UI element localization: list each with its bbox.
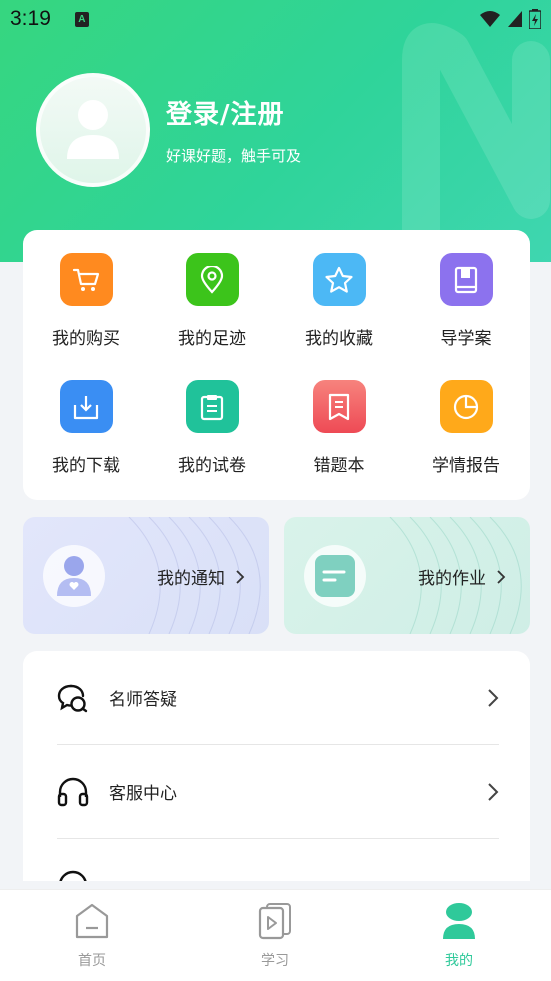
grid-label: 我的购买 [52,329,120,349]
grid-item-study-guide[interactable]: 导学案 [406,253,526,349]
home-icon [75,903,109,939]
grid-label: 导学案 [440,329,492,349]
grid-item-report[interactable]: 学情报告 [406,380,526,476]
chevron-right-icon [488,688,499,707]
pie-chart-icon [439,380,493,433]
homework-card[interactable]: 我的作业 [284,517,530,634]
clipboard-icon [185,380,239,433]
list-item-label: 客服中心 [109,784,177,804]
grid-label: 我的收藏 [305,329,373,349]
homework-label-row: 我的作业 [418,564,506,589]
person-icon [443,903,475,939]
avatar[interactable] [36,73,150,187]
book-icon [439,253,493,306]
header-decoration [402,23,550,262]
chevron-right-icon [488,782,499,801]
notifications-label: 我的通知 [157,569,225,589]
grid-item-purchases[interactable]: 我的购买 [26,253,146,349]
status-bar: 3:19 A [0,0,551,38]
headphones-icon [57,777,89,806]
grid-item-favorites[interactable]: 我的收藏 [279,253,399,349]
notification-avatar [43,545,105,607]
tab-label: 学习 [261,953,289,969]
bottom-tab-bar: 首页 学习 我的 [0,889,551,981]
service-list: 名师答疑 客服中心 [23,651,530,881]
grid-label: 错题本 [313,456,365,476]
person-heart-icon [57,556,91,596]
battery-icon [529,9,541,29]
bookmark-icon [312,380,366,433]
chevron-right-icon [497,569,506,584]
cart-icon [59,253,113,306]
profile-subtitle: 好课好题，触手可及 [166,147,302,165]
grid-item-papers[interactable]: 我的试卷 [152,380,272,476]
list-item-partial-icon [57,869,89,881]
notification-icon: A [74,11,89,27]
video-pages-icon [258,903,291,940]
star-icon [312,253,366,306]
tab-label: 首页 [78,953,106,969]
grid-label: 我的足迹 [178,329,246,349]
tab-home[interactable]: 首页 [42,902,142,970]
status-time: 3:19 [10,7,51,30]
function-grid: 我的购买 我的足迹 我的收藏 导学案 我的下载 我的试卷 错题本 学情报告 [23,230,530,500]
wifi-icon [480,11,500,27]
person-silhouette-icon [67,100,119,159]
grid-item-mistakes[interactable]: 错题本 [279,380,399,476]
grid-label: 我的下载 [52,456,120,476]
notifications-label-row: 我的通知 [157,564,245,589]
list-item-customer-service[interactable]: 客服中心 [57,745,499,839]
tab-label: 我的 [445,953,473,969]
notifications-card[interactable]: 我的通知 [23,517,269,634]
list-item-label: 名师答疑 [109,690,177,710]
location-pin-icon [185,253,239,306]
tab-study[interactable]: 学习 [225,902,325,970]
homework-label: 我的作业 [418,569,486,589]
grid-label: 我的试卷 [178,456,246,476]
homework-avatar [304,545,366,607]
download-icon [59,380,113,433]
signal-icon [508,11,522,27]
grid-item-downloads[interactable]: 我的下载 [26,380,146,476]
chat-bubbles-icon [57,684,88,712]
chevron-right-icon [236,569,245,584]
grid-item-footprints[interactable]: 我的足迹 [152,253,272,349]
tab-mine[interactable]: 我的 [409,902,509,970]
document-icon [315,555,355,597]
list-item-teacher-qa[interactable]: 名师答疑 [57,651,499,745]
login-register-link[interactable]: 登录/注册 [166,94,285,131]
grid-label: 学情报告 [432,456,500,476]
